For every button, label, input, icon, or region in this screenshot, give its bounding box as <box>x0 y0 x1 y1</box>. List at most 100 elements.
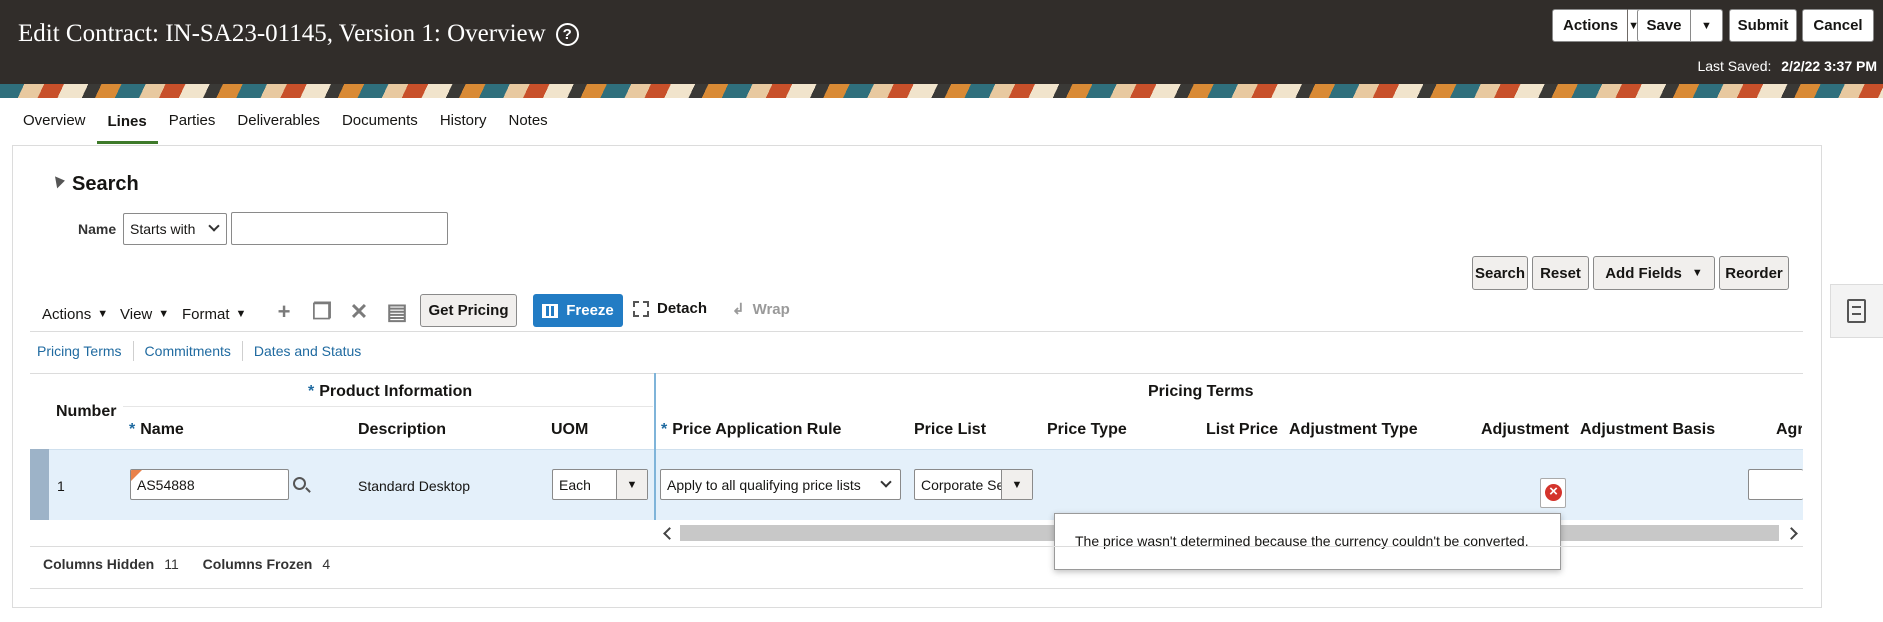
duplicate-icon[interactable]: ❐ <box>311 300 333 324</box>
freeze-label: Freeze <box>566 302 614 319</box>
side-panel-toggle[interactable] <box>1830 284 1883 338</box>
detach-button[interactable]: Detach <box>633 300 707 317</box>
view-menu-label: View <box>120 305 153 323</box>
submit-button[interactable]: Submit <box>1729 9 1797 42</box>
column-header-number[interactable]: Number <box>56 403 116 421</box>
header-actions-button[interactable]: Actions ▼ <box>1552 9 1650 42</box>
link-pricing-terms[interactable]: Pricing Terms <box>26 341 134 361</box>
save-label: Save <box>1646 17 1682 34</box>
uom-select[interactable]: Each ▼ <box>552 469 648 500</box>
column-header-price-application-rule[interactable]: * Price Application Rule <box>661 421 841 439</box>
search-button-label: Search <box>1474 264 1526 282</box>
footer-divider <box>30 588 1803 589</box>
chevron-down-icon[interactable]: ▼ <box>616 470 647 499</box>
column-header-adjustment[interactable]: Adjustment <box>1481 421 1569 439</box>
agr-input[interactable] <box>1748 469 1803 500</box>
page-header: Edit Contract: IN-SA23-01145, Version 1:… <box>0 0 1883 84</box>
tab-history[interactable]: History <box>429 98 498 144</box>
tab-lines[interactable]: Lines <box>96 98 158 144</box>
submit-label: Submit <box>1737 17 1789 34</box>
cancel-button[interactable]: Cancel <box>1802 9 1874 42</box>
column-header-price-type[interactable]: Price Type <box>1047 421 1127 439</box>
format-menu[interactable]: Format ▼ <box>182 300 246 328</box>
name-search-input[interactable] <box>231 212 448 245</box>
column-header-name[interactable]: * Name <box>129 421 184 439</box>
get-pricing-button[interactable]: Get Pricing <box>420 294 517 327</box>
freeze-icon <box>542 303 559 318</box>
search-button[interactable]: Search <box>1472 256 1528 290</box>
page-title: Edit Contract: IN-SA23-01145, Version 1:… <box>18 20 579 48</box>
last-saved-label: Last Saved: <box>1697 58 1772 74</box>
table-status-footer: Columns Hidden 11 Columns Frozen 4 <box>43 556 350 572</box>
name-label: Name <box>78 221 117 237</box>
toolbar-divider <box>30 331 1803 332</box>
columns-frozen-label: Columns Frozen <box>202 556 313 572</box>
column-header-adjustment-type[interactable]: Adjustment Type <box>1289 421 1418 439</box>
column-header-price-list[interactable]: Price List <box>914 421 986 439</box>
add-fields-button[interactable]: Add Fields ▼ <box>1593 256 1715 290</box>
delete-icon[interactable]: ✕ <box>348 300 370 324</box>
price-application-rule-select[interactable]: Apply to all qualifying price lists <box>660 469 901 500</box>
add-row-icon[interactable]: + <box>273 300 295 324</box>
tab-overview[interactable]: Overview <box>12 98 97 144</box>
actions-menu[interactable]: Actions ▼ <box>42 300 108 328</box>
column-header-agr[interactable]: Agr <box>1776 421 1802 439</box>
save-menu-button[interactable]: ▼ <box>1690 9 1723 42</box>
column-header-description[interactable]: Description <box>358 421 446 439</box>
wrap-button[interactable]: ↲ Wrap <box>732 300 790 319</box>
name-operator-select[interactable]: Starts with <box>123 213 227 245</box>
error-tooltip: The price wasn't determined because the … <box>1054 513 1561 570</box>
decorative-banner <box>0 84 1883 98</box>
price-list-value: Corporate Se <box>921 477 1001 493</box>
chevron-down-icon: ▼ <box>1691 267 1703 279</box>
detach-label: Detach <box>657 300 708 317</box>
required-asterisk: * <box>308 383 315 400</box>
tab-documents[interactable]: Documents <box>331 98 429 144</box>
cancel-label: Cancel <box>1813 17 1863 34</box>
group-header-pricing-terms: Pricing Terms <box>1148 383 1254 400</box>
help-icon[interactable]: ? <box>555 22 579 46</box>
table-top-border <box>30 373 1803 374</box>
reset-button[interactable]: Reset <box>1532 256 1589 290</box>
save-button[interactable]: Save <box>1637 9 1691 42</box>
frozen-column-divider <box>654 373 656 520</box>
line-description: Standard Desktop <box>358 478 471 494</box>
search-icon[interactable] <box>293 477 306 490</box>
column-header-uom[interactable]: UOM <box>551 421 588 439</box>
detach-icon <box>633 300 649 317</box>
export-icon[interactable]: ▤ <box>386 300 408 324</box>
tab-parties[interactable]: Parties <box>158 98 227 144</box>
reset-button-label: Reset <box>1540 264 1581 282</box>
link-commitments[interactable]: Commitments <box>134 341 243 361</box>
column-header-adjustment-basis[interactable]: Adjustment Basis <box>1580 421 1715 439</box>
reorder-button[interactable]: Reorder <box>1719 256 1789 290</box>
header-actions-label: Actions <box>1563 17 1619 34</box>
group-header-product-information: * Product Information <box>308 383 472 401</box>
required-asterisk: * <box>661 421 668 438</box>
header-divider <box>1627 9 1628 42</box>
chevron-down-icon <box>880 476 892 488</box>
tab-deliverables[interactable]: Deliverables <box>226 98 331 144</box>
chevron-down-icon[interactable]: ▼ <box>1001 470 1032 499</box>
columns-frozen-value: 4 <box>322 556 331 572</box>
column-header-list-price[interactable]: List Price <box>1206 421 1278 439</box>
reorder-button-label: Reorder <box>1725 264 1783 282</box>
tab-notes[interactable]: Notes <box>497 98 558 144</box>
line-name-input[interactable]: AS54888 <box>130 469 289 500</box>
row-number: 1 <box>57 478 65 494</box>
get-pricing-label: Get Pricing <box>428 302 509 319</box>
price-application-rule-value: Apply to all qualifying price lists <box>667 477 861 493</box>
link-dates-and-status[interactable]: Dates and Status <box>243 341 372 361</box>
scroll-left-icon[interactable] <box>660 525 676 541</box>
group-product-information-label: Product Information <box>319 383 473 400</box>
scroll-right-icon[interactable] <box>1785 525 1801 541</box>
format-menu-label: Format <box>182 305 230 323</box>
price-list-select[interactable]: Corporate Se ▼ <box>914 469 1033 500</box>
chevron-down-icon: ▼ <box>1701 19 1712 32</box>
error-icon[interactable] <box>1540 478 1566 508</box>
chevron-down-icon: ▼ <box>158 308 170 320</box>
chevron-down-icon: ▼ <box>97 308 109 320</box>
freeze-button[interactable]: Freeze <box>533 294 623 327</box>
view-menu[interactable]: View ▼ <box>120 300 169 328</box>
row-selector[interactable] <box>30 449 49 520</box>
